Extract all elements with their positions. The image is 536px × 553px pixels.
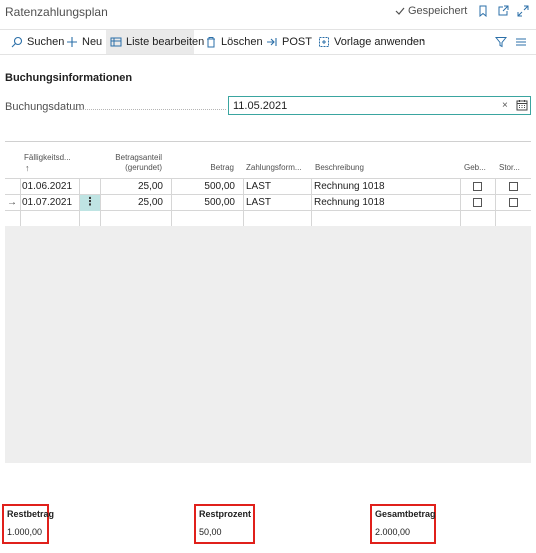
calendar-icon[interactable] <box>516 99 528 111</box>
edit-list-label: Liste bearbeiten <box>126 36 205 48</box>
rest-amount-value: 1.000,00 <box>7 527 43 537</box>
checkmark-icon <box>395 7 405 15</box>
sort-ascending-icon: ↑ <box>25 163 30 173</box>
payment-form-cell[interactable]: LAST <box>246 195 271 211</box>
total-amount-value: 2.000,00 <box>375 527 411 537</box>
search-button[interactable]: Suchen <box>7 30 68 54</box>
table-row[interactable]: 01.06.2021 25,00 500,00 LAST Rechnung 10… <box>5 179 531 195</box>
new-button[interactable]: Neu <box>62 30 106 54</box>
rest-percent-box: Restprozent 50,00 <box>194 504 255 544</box>
table-row[interactable]: → 01.07.2021 ⋮ 25,00 500,00 LAST Rechnun… <box>5 195 531 211</box>
amount-cell[interactable]: 500,00 <box>172 195 235 211</box>
rest-amount-label: Restbetrag <box>7 509 55 519</box>
col-a-checkbox[interactable] <box>473 182 482 191</box>
installment-grid: 01.06.2021 25,00 500,00 LAST Rechnung 10… <box>5 178 531 227</box>
total-amount-box: Gesamtbetrag 2.000,00 <box>370 504 436 544</box>
col-b-checkbox[interactable] <box>509 182 518 191</box>
description-cell[interactable]: Rechnung 1018 <box>314 179 385 195</box>
save-status-label: Gespeichert <box>408 5 468 17</box>
booking-date-label: Buchungsdatum <box>5 101 85 113</box>
section-title: Buchungsinformationen <box>5 72 133 84</box>
action-bar: Suchen Neu Liste bearbeiten Löschen POST… <box>0 29 536 55</box>
open-new-icon[interactable] <box>495 3 511 19</box>
total-amount-label: Gesamtbetrag <box>375 509 436 519</box>
rest-percent-value: 50,00 <box>199 527 222 537</box>
installment-cell[interactable]: 25,00 <box>101 195 163 211</box>
grid-empty-area <box>5 226 531 463</box>
new-label: Neu <box>82 36 103 48</box>
filter-icon[interactable] <box>494 35 508 49</box>
delete-button[interactable]: Löschen <box>201 30 267 54</box>
rest-percent-label: Restprozent <box>199 509 252 519</box>
section-divider <box>5 141 531 142</box>
template-icon <box>319 37 329 47</box>
due-date-cell[interactable]: 01.06.2021 <box>22 179 72 195</box>
trash-icon <box>207 37 215 48</box>
plus-icon <box>67 37 77 47</box>
post-icon <box>267 38 277 46</box>
column-header-payment-form[interactable]: Zahlungsform... <box>246 163 302 173</box>
top-bar: Ratenzahlungsplan Gespeichert <box>0 0 536 24</box>
clear-date-icon[interactable]: × <box>502 100 508 111</box>
col-b-checkbox[interactable] <box>509 198 518 207</box>
description-cell[interactable]: Rechnung 1018 <box>314 195 385 211</box>
bookmark-icon[interactable] <box>475 3 491 19</box>
delete-label: Löschen <box>221 36 263 48</box>
payment-form-cell[interactable]: LAST <box>246 179 271 195</box>
column-header-installment[interactable]: Betragsanteil <box>100 153 162 163</box>
more-actions-button[interactable]: ··· <box>410 32 426 47</box>
column-header-description[interactable]: Beschreibung <box>315 163 364 173</box>
new-row[interactable] <box>5 211 531 227</box>
post-button[interactable]: POST <box>262 30 316 54</box>
search-icon <box>11 36 23 48</box>
amount-cell[interactable]: 500,00 <box>172 179 235 195</box>
search-label: Suchen <box>27 36 65 48</box>
column-header-installment-note: (gerundet) <box>125 163 162 172</box>
save-status: Gespeichert <box>395 5 467 17</box>
row-menu-button[interactable]: ⋮ <box>80 195 100 211</box>
post-label: POST <box>282 36 312 48</box>
edit-list-button[interactable]: Liste bearbeiten <box>106 30 204 54</box>
column-header-due-date[interactable]: Fälligkeitsd... <box>24 153 71 163</box>
page-title: Ratenzahlungsplan <box>5 5 108 19</box>
installment-cell[interactable]: 25,00 <box>101 179 163 195</box>
field-leader-dots <box>64 109 226 110</box>
rest-amount-box: Restbetrag 1.000,00 <box>2 504 55 544</box>
due-date-cell[interactable]: 01.07.2021 <box>22 195 72 211</box>
expand-icon[interactable] <box>515 3 531 19</box>
list-icon[interactable] <box>514 35 528 49</box>
edit-list-icon <box>110 37 122 47</box>
current-row-arrow-icon: → <box>7 197 17 208</box>
column-header-col-b[interactable]: Stor... <box>499 163 520 173</box>
col-a-checkbox[interactable] <box>473 198 482 207</box>
column-header-amount[interactable]: Betrag <box>190 163 234 173</box>
column-header-col-a[interactable]: Geb... <box>464 163 486 173</box>
booking-date-field[interactable]: 11.05.2021 <box>228 96 531 115</box>
